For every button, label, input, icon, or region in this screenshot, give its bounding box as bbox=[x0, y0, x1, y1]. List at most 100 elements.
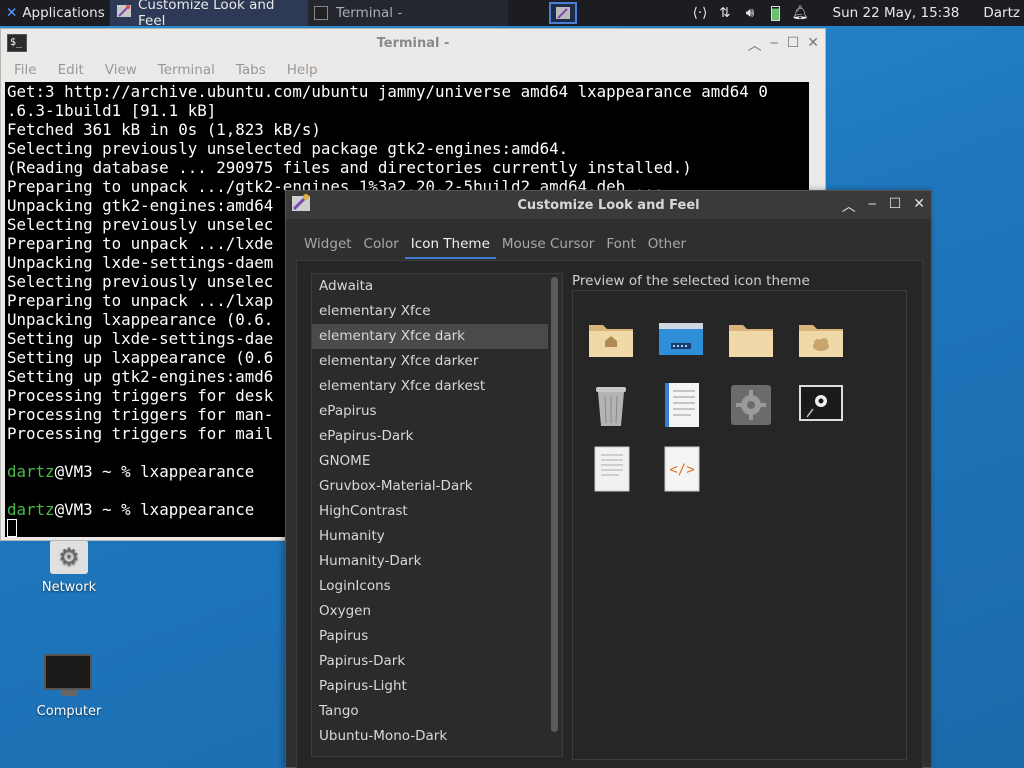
volume-icon[interactable]: 🔊︎ bbox=[738, 5, 763, 21]
terminal-line: Fetched 361 kB in 0s (1,823 kB/s) bbox=[7, 120, 321, 139]
list-item[interactable]: ePapirus bbox=[312, 399, 562, 424]
terminal-titlebar[interactable]: $_ Terminal - ︿ ‒ ☐ ✕ bbox=[1, 29, 825, 57]
lxappearance-mini-icon bbox=[555, 7, 570, 19]
terminal-app-icon[interactable]: $_ bbox=[7, 34, 27, 52]
tab-widget[interactable]: Widget bbox=[298, 229, 358, 259]
settings-gear-icon bbox=[731, 385, 771, 425]
taskbar-item-label: Terminal - bbox=[336, 5, 403, 21]
shade-button[interactable]: ︿ bbox=[748, 35, 762, 55]
code-file-icon: </> bbox=[664, 446, 700, 492]
document-icon bbox=[665, 383, 699, 427]
folder-cloud-icon bbox=[799, 325, 843, 357]
maximize-button[interactable]: ☐ bbox=[787, 35, 800, 55]
list-item[interactable]: Papirus-Light bbox=[312, 674, 562, 699]
taskbar-item-customize[interactable]: Customize Look and Feel bbox=[110, 0, 308, 29]
close-button[interactable]: ✕ bbox=[807, 35, 819, 55]
terminal-title: Terminal - bbox=[376, 35, 450, 51]
prompt-command: lxappearance bbox=[140, 462, 255, 481]
menu-tabs[interactable]: Tabs bbox=[225, 62, 276, 78]
prompt-user: dartz bbox=[7, 500, 55, 519]
lxappearance-icon bbox=[116, 3, 132, 23]
terminal-window-buttons: ︿ ‒ ☐ ✕ bbox=[748, 35, 819, 55]
list-item[interactable]: Gruvbox-Material-Dark bbox=[312, 474, 562, 499]
network-gear-icon: ⚙ bbox=[50, 540, 88, 574]
prompt-host: @VM3 ~ % bbox=[54, 462, 141, 481]
bell-icon[interactable]: 🔔︎ bbox=[788, 5, 813, 21]
tab-font[interactable]: Font bbox=[600, 229, 641, 259]
prompt-host: @VM3 ~ % bbox=[54, 500, 141, 519]
updown-transfer-icon[interactable]: ⇅ bbox=[713, 5, 738, 21]
folder-network-icon bbox=[659, 323, 703, 355]
clock[interactable]: Sun 22 May, 15:38 bbox=[827, 0, 966, 26]
desktop-icon-label: Computer bbox=[36, 704, 102, 719]
list-item[interactable]: Papirus bbox=[312, 624, 562, 649]
workspace-1[interactable] bbox=[548, 2, 577, 24]
list-item[interactable]: Oxygen bbox=[312, 599, 562, 624]
folder-icon bbox=[729, 325, 773, 357]
xfce-logo-icon: ✕ bbox=[6, 5, 18, 21]
prompt-command: lxappearance bbox=[140, 500, 255, 519]
icon-theme-list[interactable]: Adwaita elementary Xfce elementary Xfce … bbox=[311, 273, 563, 757]
terminal-icon bbox=[314, 6, 328, 20]
taskbar-item-terminal[interactable]: Terminal - bbox=[308, 0, 508, 26]
lxa-titlebar[interactable]: Customize Look and Feel ︿ ‒ ☐ ✕ bbox=[286, 191, 931, 219]
battery-icon[interactable] bbox=[763, 5, 788, 21]
network-arrows-icon[interactable]: ⟨·⟩ bbox=[688, 5, 713, 21]
user-menu[interactable]: Dartz bbox=[977, 0, 1024, 26]
terminal-line: Selecting previously unselected package … bbox=[7, 139, 569, 158]
list-item[interactable]: elementary Xfce darker bbox=[312, 349, 562, 374]
list-item[interactable]: Ubuntu-Mono-Dark bbox=[312, 724, 562, 749]
lxa-title: Customize Look and Feel bbox=[517, 197, 700, 213]
list-item[interactable]: LoginIcons bbox=[312, 574, 562, 599]
icon-preview-panel: Preview of the selected icon theme </> bbox=[572, 273, 912, 760]
monitor-icon bbox=[44, 654, 94, 698]
desktop-icon-network[interactable]: ⚙ Network bbox=[24, 540, 114, 595]
shade-button[interactable]: ︿ bbox=[842, 196, 856, 216]
preview-label: Preview of the selected icon theme bbox=[572, 273, 810, 289]
icon-theme-page: Adwaita elementary Xfce elementary Xfce … bbox=[296, 260, 923, 768]
preview-frame: </> bbox=[572, 290, 907, 760]
lxappearance-window-icon[interactable] bbox=[290, 193, 312, 217]
close-button[interactable]: ✕ bbox=[913, 196, 925, 216]
list-item[interactable]: Adwaita bbox=[312, 274, 562, 299]
folder-home-icon bbox=[589, 325, 633, 357]
list-item[interactable]: ePapirus-Dark bbox=[312, 424, 562, 449]
list-item[interactable]: GNOME bbox=[312, 449, 562, 474]
terminal-menubar: File Edit View Terminal Tabs Help bbox=[1, 57, 825, 82]
maximize-button[interactable]: ☐ bbox=[889, 196, 902, 216]
desktop-icon-computer[interactable]: Computer bbox=[24, 654, 114, 719]
tab-other[interactable]: Other bbox=[642, 229, 692, 259]
list-item[interactable]: Humanity-Dark bbox=[312, 549, 562, 574]
customize-look-and-feel-window[interactable]: Customize Look and Feel ︿ ‒ ☐ ✕ Widget C… bbox=[285, 190, 932, 768]
menu-terminal[interactable]: Terminal bbox=[147, 62, 225, 78]
minimize-button[interactable]: ‒ bbox=[868, 196, 877, 216]
text-file-icon bbox=[594, 446, 630, 492]
taskbar-item-label: Customize Look and Feel bbox=[138, 0, 275, 29]
theme-list-scrollbar[interactable] bbox=[551, 277, 558, 732]
applications-menu-button[interactable]: ✕ Applications bbox=[0, 0, 110, 26]
menu-edit[interactable]: Edit bbox=[47, 62, 94, 78]
menu-help[interactable]: Help bbox=[276, 62, 328, 78]
applications-label: Applications bbox=[22, 5, 105, 21]
list-item[interactable]: elementary Xfce bbox=[312, 299, 562, 324]
workspace-switcher[interactable] bbox=[546, 0, 580, 26]
tab-icon-theme[interactable]: Icon Theme bbox=[404, 229, 496, 259]
terminal-line: .6.3-1build1 [91.1 kB] bbox=[7, 101, 217, 120]
list-item-selected[interactable]: elementary Xfce dark bbox=[312, 324, 548, 349]
tab-mouse-cursor[interactable]: Mouse Cursor bbox=[496, 229, 600, 259]
list-item[interactable]: Papirus-Dark bbox=[312, 649, 562, 674]
text-cursor bbox=[7, 519, 17, 537]
terminal-line: (Reading database ... 290975 files and d… bbox=[7, 158, 692, 177]
svg-text:</>: </> bbox=[669, 462, 694, 478]
list-item[interactable]: elementary Xfce darkest bbox=[312, 374, 562, 399]
lxa-window-buttons: ︿ ‒ ☐ ✕ bbox=[842, 196, 925, 216]
list-item[interactable]: Tango bbox=[312, 699, 562, 724]
desktop-icon-label: Network bbox=[41, 580, 97, 595]
menu-view[interactable]: View bbox=[94, 62, 147, 78]
menu-file[interactable]: File bbox=[3, 62, 47, 78]
list-item[interactable]: Humanity bbox=[312, 524, 562, 549]
minimize-button[interactable]: ‒ bbox=[770, 35, 779, 55]
list-item[interactable]: HighContrast bbox=[312, 499, 562, 524]
tab-color[interactable]: Color bbox=[358, 229, 405, 259]
terminal-line: Get:3 http://archive.ubuntu.com/ubuntu j… bbox=[7, 82, 768, 101]
